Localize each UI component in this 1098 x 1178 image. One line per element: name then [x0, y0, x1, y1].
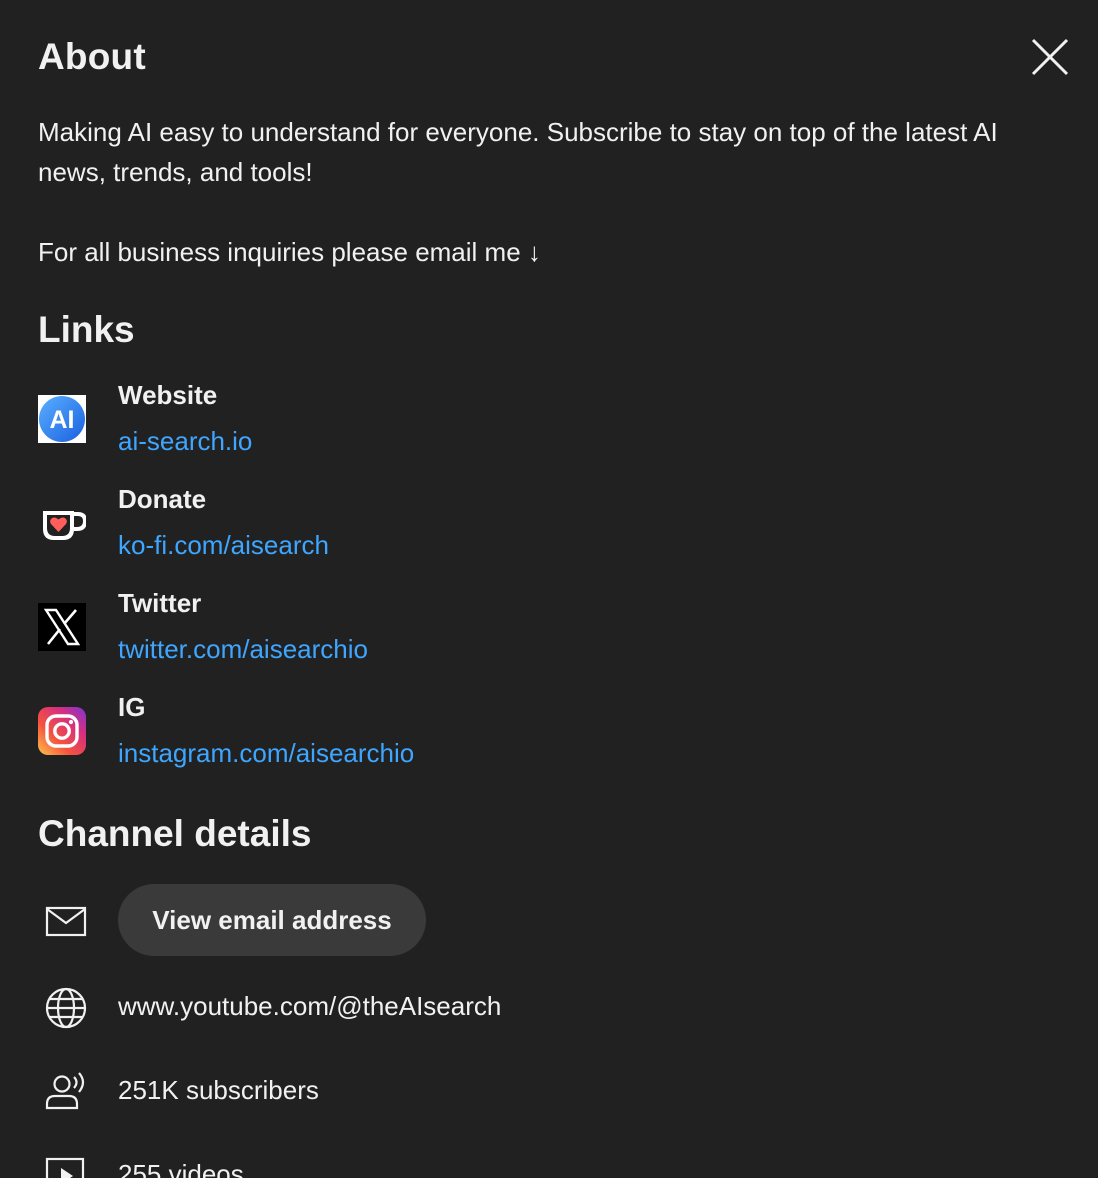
subscriber-count: 251K subscribers: [118, 1075, 319, 1105]
link-item-donate: Donate ko-fi.com/aisearch: [38, 484, 938, 580]
view-email-button[interactable]: View email address: [118, 884, 426, 956]
kofi-cup-icon: [43, 511, 86, 540]
subscribers-icon: [45, 1072, 85, 1110]
video-count: 255 videos: [118, 1159, 244, 1178]
link-item-website: AI Website ai-search.io: [38, 380, 938, 476]
close-button[interactable]: [1026, 33, 1074, 81]
globe-icon: [45, 987, 87, 1029]
link-url[interactable]: ai-search.io: [118, 426, 252, 457]
link-item-ig: IG instagram.com/aisearchio: [38, 692, 938, 788]
about-dialog: About Making AI easy to understand for e…: [0, 0, 1098, 1178]
links-heading: Links: [38, 309, 135, 350]
instagram-logo-icon: [38, 707, 86, 755]
link-url[interactable]: twitter.com/aisearchio: [118, 634, 368, 665]
channel-description: Making AI easy to understand for everyon…: [38, 117, 998, 267]
link-title: Twitter: [118, 588, 202, 618]
link-title: Website: [118, 380, 218, 410]
mail-icon: [45, 906, 87, 937]
link-title: IG: [118, 692, 146, 722]
link-url[interactable]: instagram.com/aisearchio: [118, 738, 414, 769]
ai-search-logo-icon: AI: [38, 395, 86, 443]
close-icon: [1031, 38, 1069, 76]
link-url[interactable]: ko-fi.com/aisearch: [118, 530, 329, 561]
channel-url: www.youtube.com/@theAIsearch: [118, 991, 502, 1021]
channel-details-heading: Channel details: [38, 813, 312, 854]
x-logo-icon: [38, 603, 86, 651]
link-item-twitter: Twitter twitter.com/aisearchio: [38, 588, 938, 684]
link-title: Donate: [118, 484, 207, 514]
video-icon: [45, 1157, 85, 1178]
svg-text:AI: AI: [50, 406, 75, 434]
dialog-title: About: [38, 36, 146, 77]
